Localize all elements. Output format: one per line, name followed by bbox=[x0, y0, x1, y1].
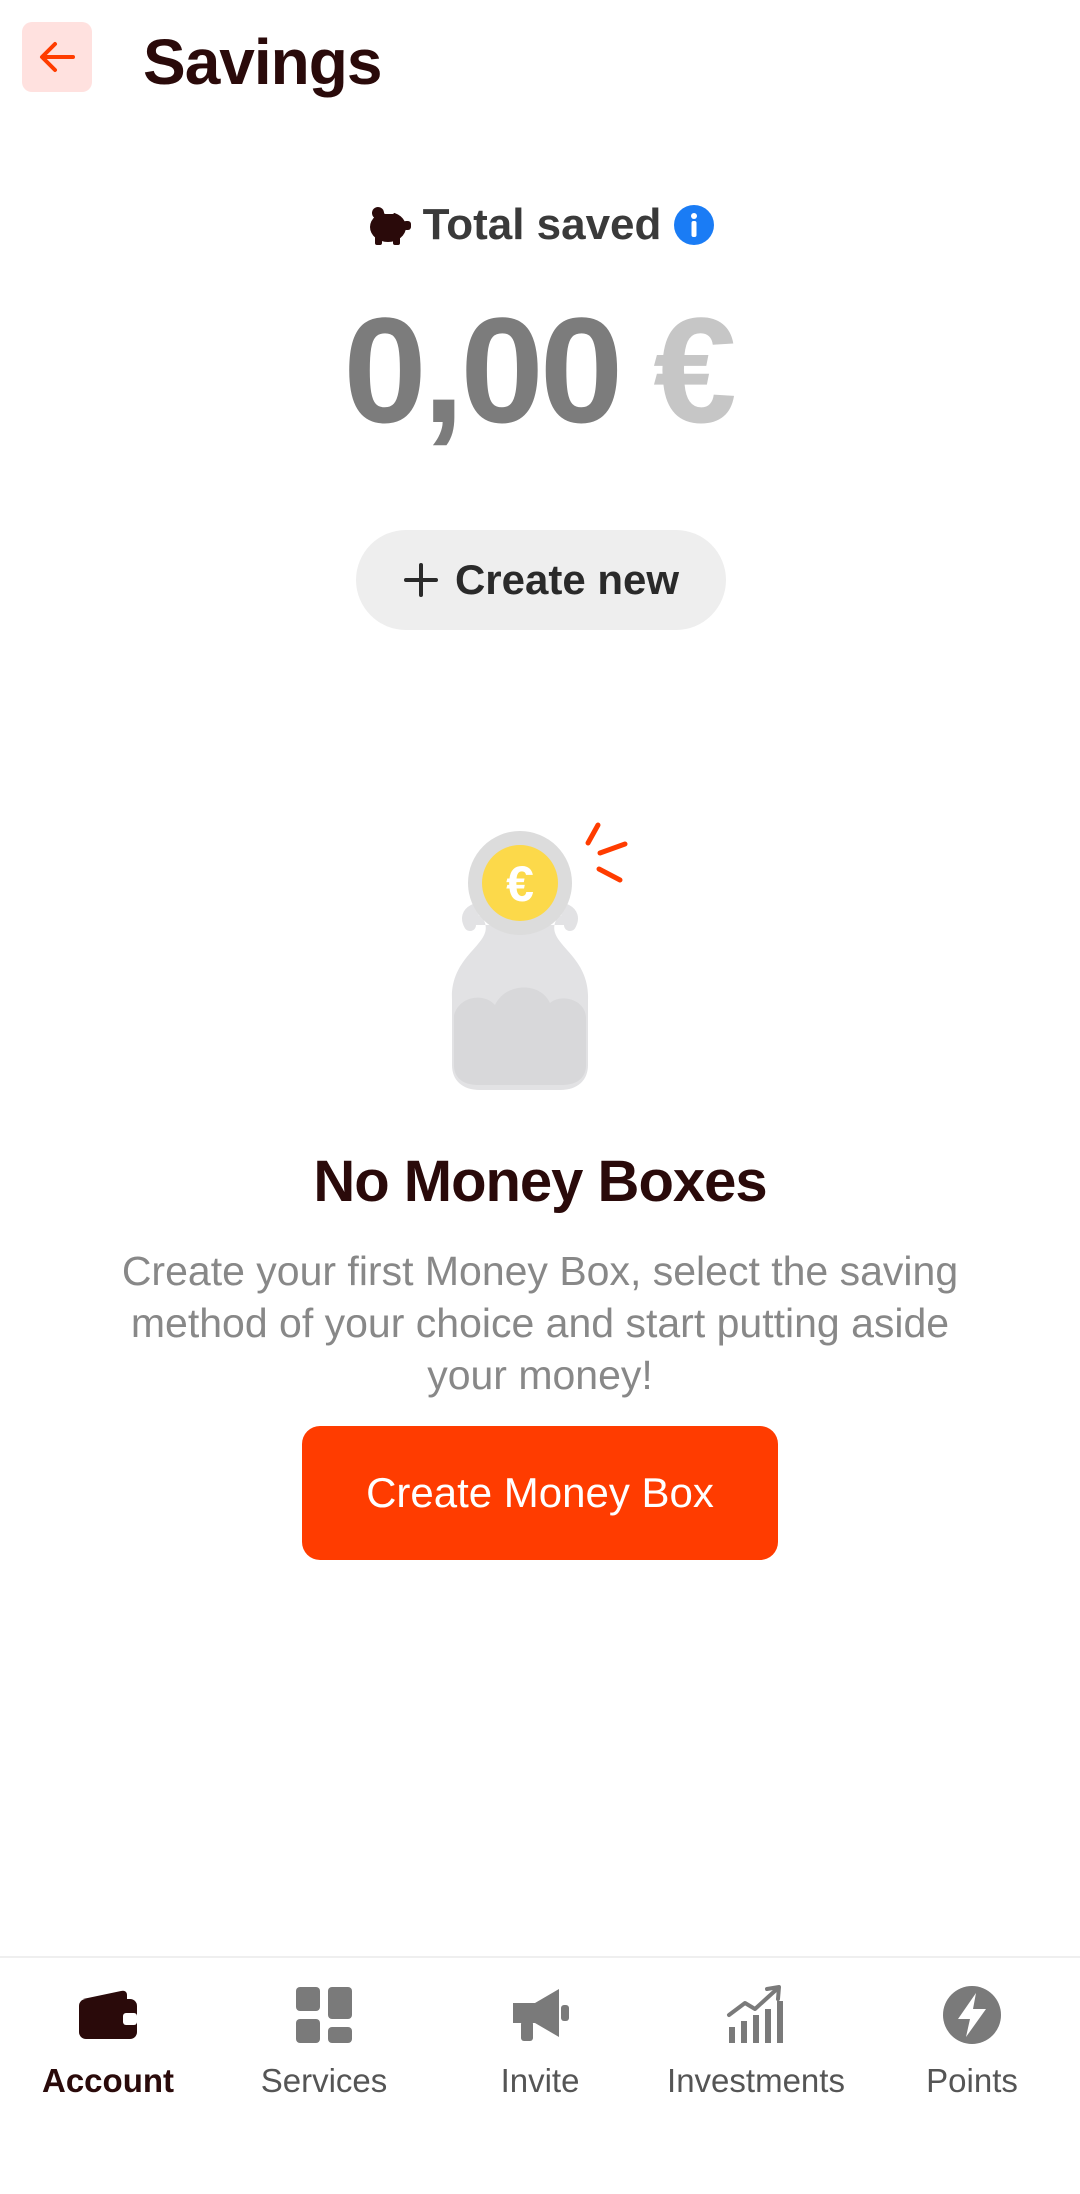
chart-icon bbox=[727, 1985, 783, 2043]
piggy-bank-icon bbox=[369, 207, 411, 245]
wallet-icon bbox=[79, 1990, 137, 2039]
page-title: Savings bbox=[143, 26, 382, 98]
empty-state-title: No Money Boxes bbox=[313, 1149, 767, 1214]
total-saved-row: Total saved bbox=[0, 195, 1080, 255]
savings-screen: Savings Total saved 0,00 € Create new € … bbox=[0, 0, 1080, 2194]
empty-state-description: Create your first Money Box, select the … bbox=[121, 1248, 959, 1398]
create-new-label: Create new bbox=[454, 556, 680, 603]
total-amount: 0,00 € bbox=[0, 290, 1080, 450]
nav-label-services: Services bbox=[260, 2062, 388, 2099]
nav-item-services[interactable]: Services bbox=[216, 1958, 432, 2194]
nav-item-investments[interactable]: Investments bbox=[648, 1958, 864, 2194]
nav-label-investments: Investments bbox=[667, 2062, 845, 2099]
grid-icon bbox=[296, 1987, 352, 2043]
nav-item-account[interactable]: Account bbox=[0, 1958, 216, 2194]
back-button[interactable] bbox=[22, 22, 92, 92]
amount-value: 0,00 bbox=[343, 286, 623, 454]
amount-currency: € bbox=[653, 286, 737, 454]
nav-label-points: Points bbox=[926, 2062, 1018, 2099]
create-money-box-button[interactable]: Create Money Box bbox=[302, 1426, 778, 1560]
nav-item-points[interactable]: Points bbox=[864, 1958, 1080, 2194]
nav-label-invite: Invite bbox=[500, 2062, 580, 2099]
create-new-button[interactable]: Create new bbox=[356, 530, 726, 630]
lightning-icon bbox=[943, 1986, 1001, 2044]
money-jar-illustration: € bbox=[451, 822, 628, 1090]
arrow-left-icon bbox=[40, 42, 75, 72]
nav-label-account: Account bbox=[42, 2062, 174, 2099]
plus-icon bbox=[403, 563, 438, 597]
info-icon[interactable] bbox=[673, 204, 715, 246]
megaphone-icon bbox=[513, 1989, 569, 2041]
coin-symbol: € bbox=[506, 856, 534, 912]
bottom-navigation: Account Services Invite Investments Poin… bbox=[0, 1956, 1080, 2194]
create-money-box-label: Create Money Box bbox=[366, 1469, 714, 1516]
nav-item-invite[interactable]: Invite bbox=[432, 1958, 648, 2194]
total-saved-label: Total saved bbox=[422, 200, 662, 249]
